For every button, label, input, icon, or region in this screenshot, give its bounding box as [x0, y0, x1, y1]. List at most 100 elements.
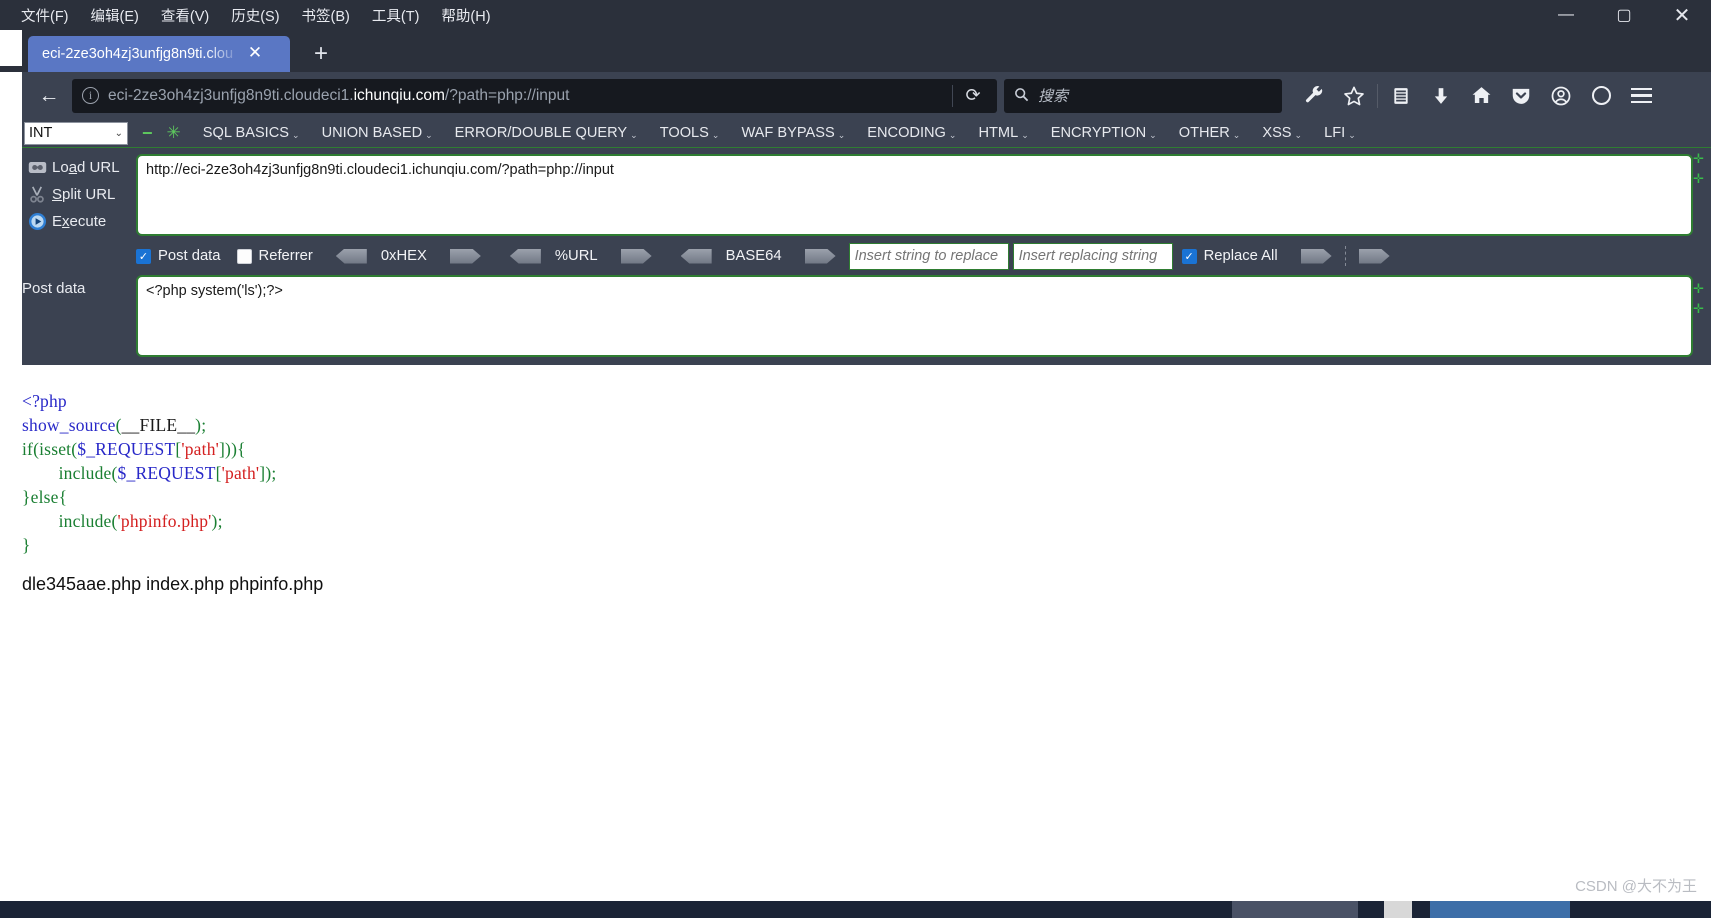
url-encode-button[interactable]	[620, 248, 652, 264]
hex-encode-button[interactable]	[449, 248, 481, 264]
edge-mark-icon: ✛	[1693, 171, 1704, 186]
url-input[interactable]	[136, 154, 1693, 236]
account-icon[interactable]	[1541, 76, 1581, 116]
minimize-button[interactable]: —	[1537, 0, 1595, 30]
pocket-icon[interactable]	[1501, 76, 1541, 116]
replace-from-input[interactable]	[848, 242, 1009, 270]
hackbar-menu-tools[interactable]: TOOLS ⌄	[660, 125, 720, 141]
code-token: __FILE__	[121, 415, 196, 435]
chevron-down-icon: ⌄	[425, 129, 433, 140]
base64-decode-button[interactable]	[680, 248, 712, 264]
replace-to-input[interactable]	[1012, 242, 1173, 270]
library-icon[interactable]	[1381, 76, 1421, 116]
hackbar-menu-row: INT ⌄ − ✳ SQL BASICS ⌄ UNION BASED ⌄ ERROR…	[0, 119, 1711, 148]
base64-label: BASE64	[725, 248, 782, 264]
menu-label: XSS	[1262, 125, 1292, 141]
code-token: ))	[225, 439, 238, 459]
hackbar-actions: Load URL Split URL Execute	[0, 154, 136, 273]
execute-button[interactable]: Execute	[22, 208, 136, 235]
url-domain: ichunqiu.com	[353, 86, 445, 104]
post-data-label: Post data	[158, 248, 221, 264]
code-token: }	[22, 535, 31, 555]
menu-item-bookmarks[interactable]: 书签(B)	[291, 1, 361, 30]
reload-icon[interactable]: ⟳	[953, 80, 993, 112]
hackbar-menu-union-based[interactable]: UNION BASED ⌄	[322, 125, 433, 141]
menu-item-file[interactable]: 文件(F)	[10, 1, 80, 30]
site-info-icon[interactable]: i	[82, 87, 99, 104]
taskbar-gap	[1412, 901, 1430, 918]
post-data-input[interactable]	[136, 275, 1693, 357]
hackbar-menu-encoding[interactable]: ENCODING ⌄	[867, 125, 956, 141]
new-tab-button[interactable]: +	[306, 40, 336, 68]
hackbar-menu-encryption[interactable]: ENCRYPTION ⌄	[1051, 125, 1157, 141]
account-badge-icon[interactable]	[1581, 76, 1621, 116]
url-decode-button[interactable]	[509, 248, 541, 264]
code-line: include($_REQUEST['path']);	[22, 461, 1711, 485]
close-window-button[interactable]: ✕	[1653, 0, 1711, 30]
hex-decode-button[interactable]	[335, 248, 367, 264]
taskbar-item[interactable]	[1232, 901, 1358, 918]
wrench-icon[interactable]	[1294, 76, 1334, 116]
chevron-down-icon: ⌄	[114, 127, 123, 139]
menu-label: WAF BYPASS	[741, 125, 835, 141]
back-arrow-icon[interactable]: ←	[30, 77, 68, 115]
taskbar-left	[0, 901, 1232, 918]
hackbar-menu-waf-bypass[interactable]: WAF BYPASS ⌄	[741, 125, 845, 141]
chevron-down-icon: ⌄	[630, 129, 638, 140]
menu-item-help[interactable]: 帮助(H)	[430, 1, 501, 30]
code-token: isset	[39, 439, 72, 459]
browser-tab-active[interactable]: eci-2ze3oh4zj3unfjg8n9ti.clou ✕	[28, 36, 290, 72]
taskbar-item-active[interactable]	[1430, 901, 1570, 918]
hackbar-menu-html[interactable]: HTML ⌄	[978, 125, 1028, 141]
load-url-button[interactable]: Load URL	[22, 154, 136, 181]
scissors-icon	[22, 186, 52, 203]
menu-item-edit[interactable]: 编辑(E)	[80, 1, 150, 30]
command-output: dle345aae.php index.php phpinfo.php	[22, 574, 324, 594]
split-url-button[interactable]: Split URL	[22, 181, 136, 208]
load-url-label: Load URL	[52, 159, 120, 176]
close-icon[interactable]: ✕	[242, 41, 268, 67]
chevron-down-icon: ⌄	[837, 129, 846, 140]
taskbar-gap	[1358, 901, 1384, 918]
address-bar[interactable]: i eci-2ze3oh4zj3unfjg8n9ti.cloudeci1.ich…	[72, 78, 997, 113]
hackbar-menu-error-double-query[interactable]: ERROR/DOUBLE QUERY ⌄	[455, 125, 638, 141]
code-token: ;	[201, 415, 207, 435]
page-content: <?php show_source(__FILE__); if(isset($_RE…	[22, 383, 1711, 902]
browser-window: 文件(F) 编辑(E) 查看(V) 历史(S) 书签(B) 工具(T) 帮助(H…	[0, 0, 1711, 918]
replace-extra-button[interactable]	[1358, 248, 1390, 264]
base64-encode-button[interactable]	[804, 248, 836, 264]
hackbar-menu-lfi[interactable]: LFI ⌄	[1324, 125, 1356, 141]
code-token: 'path'	[181, 439, 220, 459]
hackbar-menu-sql-basics[interactable]: SQL BASICS ⌄	[203, 125, 300, 141]
watermark: CSDN @大不为王	[1575, 878, 1697, 895]
hackbar-panel: INT ⌄ − ✳ SQL BASICS ⌄ UNION BASED ⌄ ERROR…	[0, 119, 1711, 365]
chevron-down-icon: ⌄	[711, 129, 720, 140]
code-token: if	[22, 439, 34, 459]
replace-apply-button[interactable]	[1300, 248, 1332, 264]
home-icon[interactable]	[1461, 76, 1501, 116]
hackbar-url-area-wrap: ✓ Post data Referrer 0xHEX %URL BASE64	[136, 154, 1711, 273]
hackbar-url-row: Load URL Split URL Execute http://eci-2z…	[0, 148, 1711, 273]
replace-all-checkbox[interactable]: ✓	[1181, 248, 1197, 264]
menu-item-tools[interactable]: 工具(T)	[361, 1, 431, 30]
menu-item-view[interactable]: 查看(V)	[150, 1, 220, 30]
divider	[1377, 83, 1378, 108]
injection-type-select[interactable]: INT ⌄	[24, 121, 128, 145]
minus-icon[interactable]: −	[142, 123, 153, 144]
hackbar-menu-xss[interactable]: XSS ⌄	[1262, 125, 1302, 141]
search-bar[interactable]: 搜索	[1004, 78, 1282, 113]
menu-item-history[interactable]: 历史(S)	[220, 1, 290, 30]
referrer-label: Referrer	[258, 248, 313, 264]
code-line: }else{	[22, 485, 1711, 509]
code-token: $_REQUEST	[117, 463, 216, 483]
hackbar-menu-other[interactable]: OTHER ⌄	[1179, 125, 1241, 141]
menu-icon[interactable]	[1621, 76, 1661, 116]
star-icon[interactable]	[1334, 76, 1374, 116]
asterisk-icon[interactable]: ✳	[167, 123, 181, 143]
taskbar-item[interactable]	[1384, 901, 1412, 918]
referrer-checkbox[interactable]	[236, 248, 252, 264]
download-icon[interactable]	[1421, 76, 1461, 116]
hackbar-postdata-row: Post data	[0, 273, 1711, 357]
post-data-checkbox[interactable]: ✓	[136, 248, 151, 264]
maximize-button[interactable]: ▢	[1595, 0, 1653, 30]
